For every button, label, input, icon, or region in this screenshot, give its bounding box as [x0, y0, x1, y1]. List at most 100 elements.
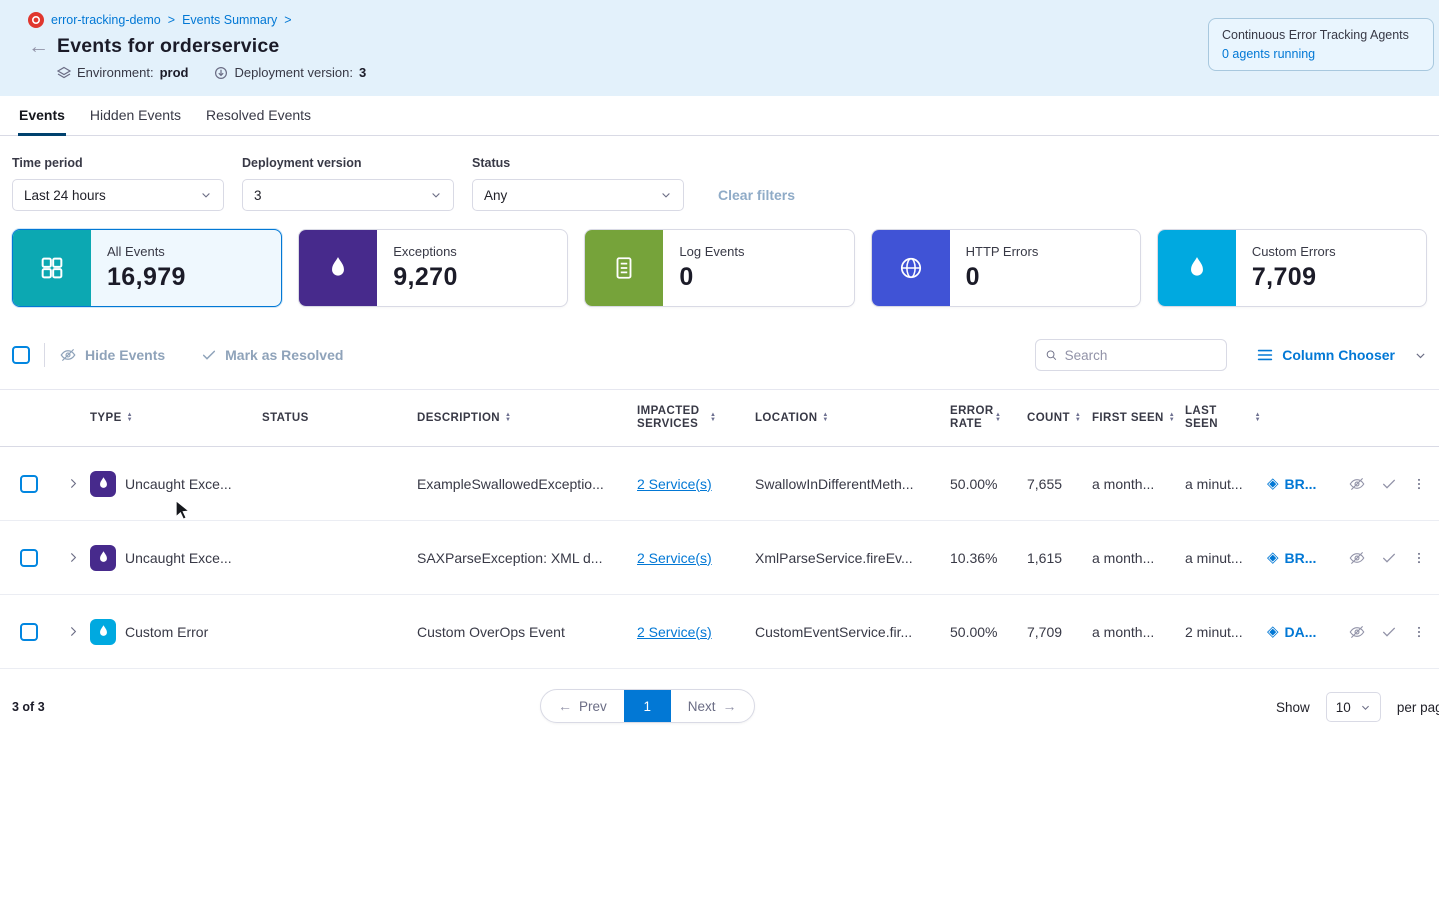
- version-link[interactable]: BR...: [1285, 476, 1317, 492]
- eye-slash-icon: [1348, 475, 1366, 493]
- time-period-filter: Time period Last 24 hours: [12, 156, 224, 211]
- mark-resolved-label: Mark as Resolved: [225, 347, 343, 363]
- card-http-errors[interactable]: HTTP Errors 0: [871, 229, 1141, 307]
- row-checkbox[interactable]: [20, 549, 38, 567]
- chevron-down-icon: [660, 189, 672, 201]
- flame-icon: [96, 624, 111, 639]
- breadcrumb-events-summary-link[interactable]: Events Summary: [182, 13, 277, 27]
- show-label: Show: [1276, 700, 1310, 715]
- hide-event-icon[interactable]: [1348, 549, 1366, 567]
- card-custom-errors[interactable]: Custom Errors 7,709: [1157, 229, 1427, 307]
- hide-events-button[interactable]: Hide Events: [59, 346, 165, 364]
- row-checkbox[interactable]: [20, 623, 38, 641]
- deployment-version-value: 3: [254, 188, 262, 203]
- card-value: 0: [966, 263, 1039, 292]
- resolve-event-icon[interactable]: [1381, 550, 1397, 566]
- row-count-summary: 3 of 3: [12, 700, 45, 714]
- first-seen: a month...: [1092, 550, 1185, 566]
- row-menu-icon[interactable]: [1412, 476, 1426, 492]
- column-header-error-rate[interactable]: ERROR RATE▲▼: [950, 405, 1027, 431]
- table-row: Custom Error Custom OverOps Event 2 Serv…: [0, 595, 1439, 669]
- flame-icon: [1184, 255, 1210, 281]
- column-header-first-seen[interactable]: FIRST SEEN▲▼: [1092, 412, 1185, 425]
- version-diamond-icon: ◈: [1267, 476, 1279, 491]
- expand-row-button[interactable]: [56, 625, 90, 638]
- impacted-services-link[interactable]: 2 Service(s): [637, 476, 712, 492]
- current-page-button[interactable]: 1: [624, 690, 671, 722]
- agents-box-title: Continuous Error Tracking Agents: [1222, 28, 1420, 42]
- sort-icon: ▲▼: [505, 413, 511, 424]
- chevron-right-icon: [67, 477, 80, 490]
- tab-events[interactable]: Events: [18, 96, 66, 136]
- event-description: ExampleSwallowedExceptio...: [417, 476, 637, 492]
- check-icon: [1381, 550, 1397, 566]
- tab-resolved-events[interactable]: Resolved Events: [205, 96, 312, 136]
- flame-icon: [325, 255, 351, 281]
- version-link[interactable]: DA...: [1285, 624, 1317, 640]
- error-rate: 10.36%: [950, 550, 1027, 566]
- first-seen: a month...: [1092, 624, 1185, 640]
- chevron-right-icon: [67, 625, 80, 638]
- clear-filters-button[interactable]: Clear filters: [718, 187, 795, 211]
- events-table: TYPE▲▼ STATUS DESCRIPTION▲▼ IMPACTED SER…: [0, 389, 1439, 669]
- chevron-down-icon: [200, 189, 212, 201]
- sort-icon: ▲▼: [127, 413, 133, 424]
- status-label: Status: [472, 156, 684, 170]
- event-description: SAXParseException: XML d...: [417, 550, 637, 566]
- select-all-checkbox[interactable]: [12, 346, 30, 364]
- search-input[interactable]: [1065, 348, 1218, 363]
- sort-icon: ▲▼: [1255, 413, 1261, 424]
- breadcrumb-project-link[interactable]: error-tracking-demo: [51, 13, 161, 27]
- app-logo-icon[interactable]: [28, 12, 44, 28]
- column-header-last-seen[interactable]: LAST SEEN▲▼: [1185, 405, 1267, 431]
- status-select[interactable]: Any: [472, 179, 684, 211]
- hide-event-icon[interactable]: [1348, 623, 1366, 641]
- exception-type-icon: [90, 545, 116, 571]
- agents-running-link[interactable]: 0 agents running: [1222, 47, 1420, 61]
- version-diamond-icon: ◈: [1267, 624, 1279, 639]
- card-log-events[interactable]: Log Events 0: [584, 229, 854, 307]
- filter-bar: Time period Last 24 hours Deployment ver…: [0, 136, 1439, 227]
- card-all-events[interactable]: All Events 16,979: [12, 229, 282, 307]
- event-description: Custom OverOps Event: [417, 624, 637, 640]
- expand-row-button[interactable]: [56, 551, 90, 564]
- prev-page-button[interactable]: ← Prev: [541, 690, 624, 722]
- deployment-version-select[interactable]: 3: [242, 179, 454, 211]
- impacted-services-link[interactable]: 2 Service(s): [637, 624, 712, 640]
- column-header-type[interactable]: TYPE▲▼: [90, 412, 262, 425]
- row-menu-icon[interactable]: [1412, 624, 1426, 640]
- hide-event-icon[interactable]: [1348, 475, 1366, 493]
- row-checkbox[interactable]: [20, 475, 38, 493]
- column-header-location[interactable]: LOCATION▲▼: [755, 412, 950, 425]
- kebab-menu-icon: [1412, 624, 1426, 640]
- tab-bar: Events Hidden Events Resolved Events: [0, 96, 1439, 136]
- column-header-description[interactable]: DESCRIPTION▲▼: [417, 412, 637, 425]
- next-label: Next: [688, 699, 716, 714]
- sort-icon: ▲▼: [1169, 413, 1175, 424]
- mark-resolved-button[interactable]: Mark as Resolved: [201, 347, 343, 363]
- column-header-status[interactable]: STATUS: [262, 412, 417, 425]
- time-period-select[interactable]: Last 24 hours: [12, 179, 224, 211]
- tab-hidden-events[interactable]: Hidden Events: [89, 96, 182, 136]
- per-page-label: per page: [1397, 700, 1439, 715]
- version-link[interactable]: BR...: [1285, 550, 1317, 566]
- back-arrow-icon[interactable]: ←: [28, 37, 46, 57]
- resolve-event-icon[interactable]: [1381, 476, 1397, 492]
- row-menu-icon[interactable]: [1412, 550, 1426, 566]
- card-exceptions[interactable]: Exceptions 9,270: [298, 229, 568, 307]
- page-size-select[interactable]: 10: [1326, 692, 1381, 722]
- resolve-event-icon[interactable]: [1381, 624, 1397, 640]
- flame-icon: [96, 550, 111, 565]
- column-header-count[interactable]: COUNT▲▼: [1027, 412, 1092, 425]
- check-icon: [1381, 624, 1397, 640]
- column-header-impacted-services[interactable]: IMPACTED SERVICES▲▼: [637, 405, 755, 431]
- next-page-button[interactable]: Next →: [671, 690, 754, 722]
- card-value: 16,979: [107, 263, 186, 292]
- impacted-services-link[interactable]: 2 Service(s): [637, 550, 712, 566]
- column-chooser-button[interactable]: Column Chooser: [1257, 347, 1427, 363]
- event-count: 7,709: [1027, 624, 1092, 640]
- breadcrumb-separator: >: [168, 13, 175, 27]
- expand-row-button[interactable]: [56, 477, 90, 490]
- globe-icon: [898, 255, 924, 281]
- page-title: Events for orderservice: [57, 35, 279, 58]
